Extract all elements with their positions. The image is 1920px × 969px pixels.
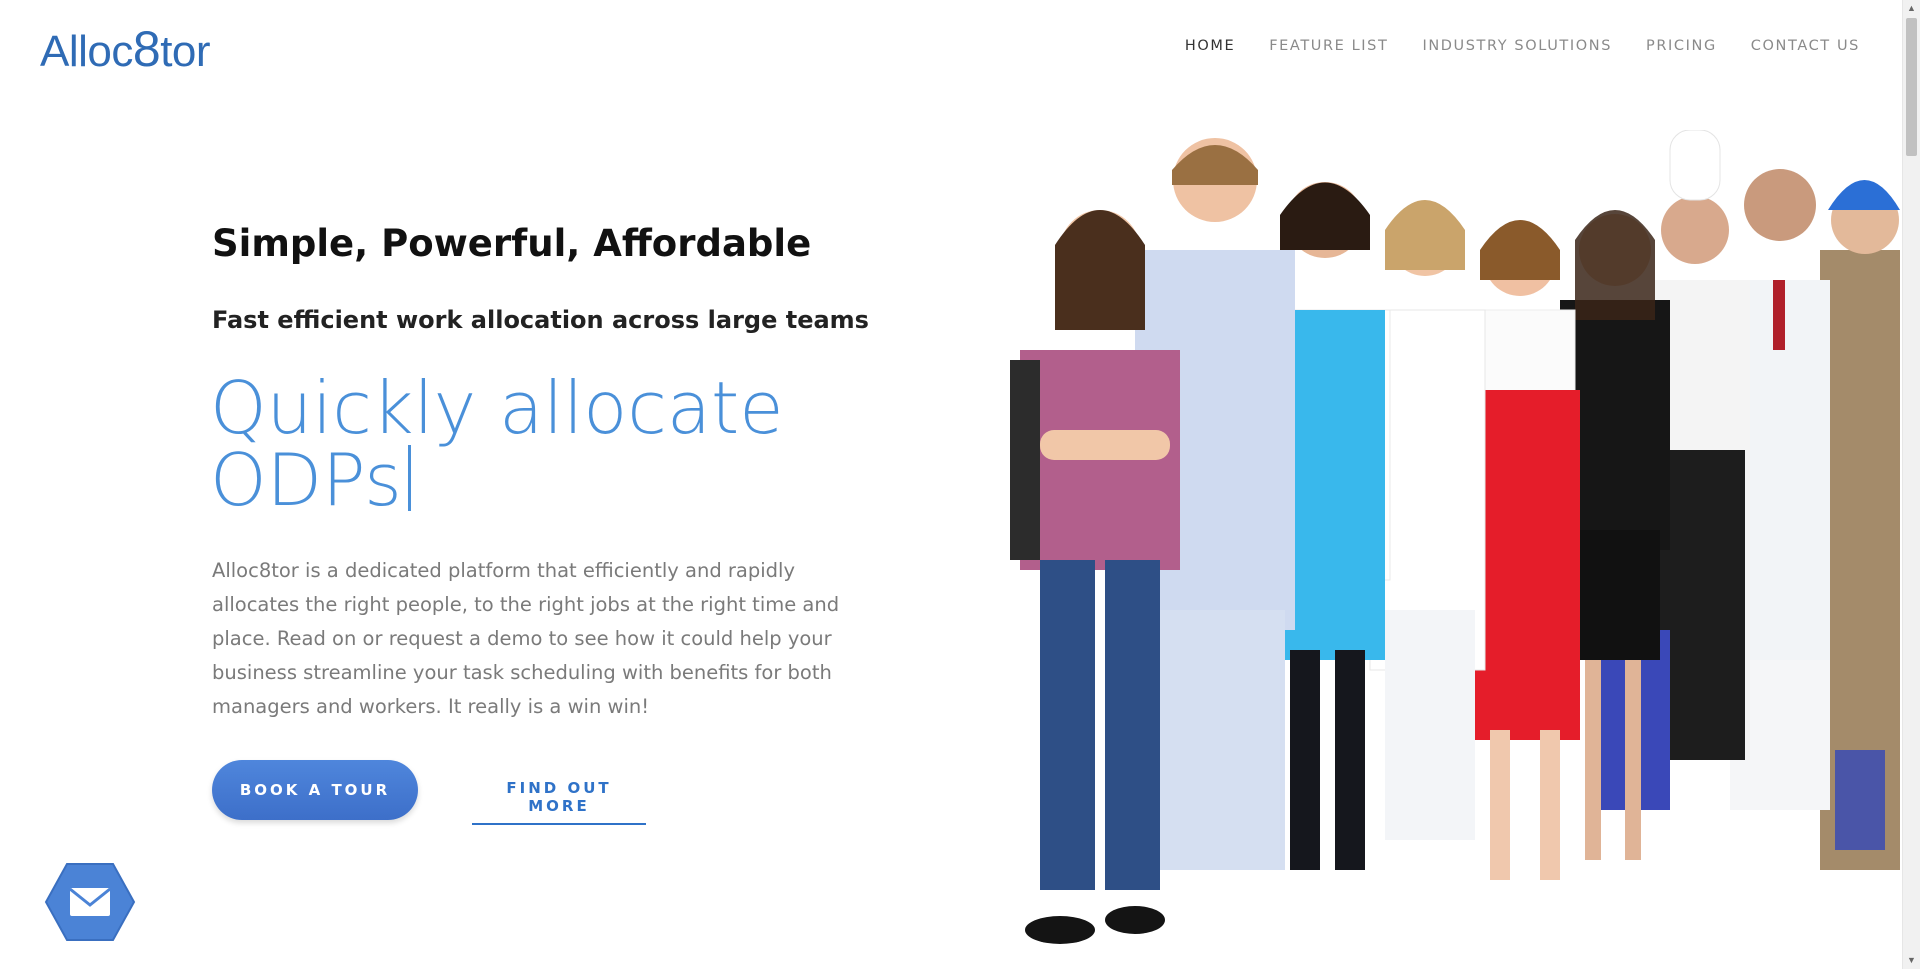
mail-icon: [44, 863, 136, 941]
nav-feature-list[interactable]: FEATURE LIST: [1269, 38, 1388, 54]
contact-mail-button[interactable]: [44, 862, 136, 942]
hero-title: Simple, Powerful, Affordable: [212, 222, 812, 265]
hero-subtitle: Fast efficient work allocation across la…: [212, 306, 869, 334]
find-out-more-link[interactable]: FIND OUT MORE: [472, 779, 646, 825]
nav-industry-solutions[interactable]: INDUSTRY SOLUTIONS: [1422, 38, 1612, 54]
typed-word: ODPs: [210, 438, 402, 522]
typing-caret: [407, 445, 411, 511]
typed-line-1: Quickly allocate: [210, 366, 784, 450]
scrollbar-thumb[interactable]: [1906, 18, 1917, 156]
logo[interactable]: Alloc8tor: [40, 20, 211, 78]
book-a-tour-button[interactable]: BOOK A TOUR: [212, 760, 418, 820]
hero-description: Alloc8tor is a dedicated platform that e…: [212, 559, 840, 718]
nav-contact-us[interactable]: CONTACT US: [1751, 38, 1860, 54]
page-scrollbar[interactable]: ▲ ▼: [1902, 0, 1920, 969]
logo-suffix: tor: [160, 27, 211, 76]
person-builder: [1820, 180, 1900, 870]
chevron-up-icon[interactable]: ▲: [1903, 0, 1920, 17]
nav-home[interactable]: HOME: [1185, 38, 1235, 54]
main-nav: HOME FEATURE LIST INDUSTRY SOLUTIONS PRI…: [1185, 38, 1860, 54]
typed-headline: Quickly allocate ODPs: [210, 372, 910, 516]
team-people-image: [1010, 130, 1900, 944]
chevron-down-icon[interactable]: ▼: [1903, 952, 1920, 969]
nav-pricing[interactable]: PRICING: [1646, 38, 1717, 54]
logo-eight: 8: [132, 21, 161, 77]
logo-prefix: Alloc: [40, 27, 133, 76]
typed-line-2: ODPs: [210, 444, 910, 516]
